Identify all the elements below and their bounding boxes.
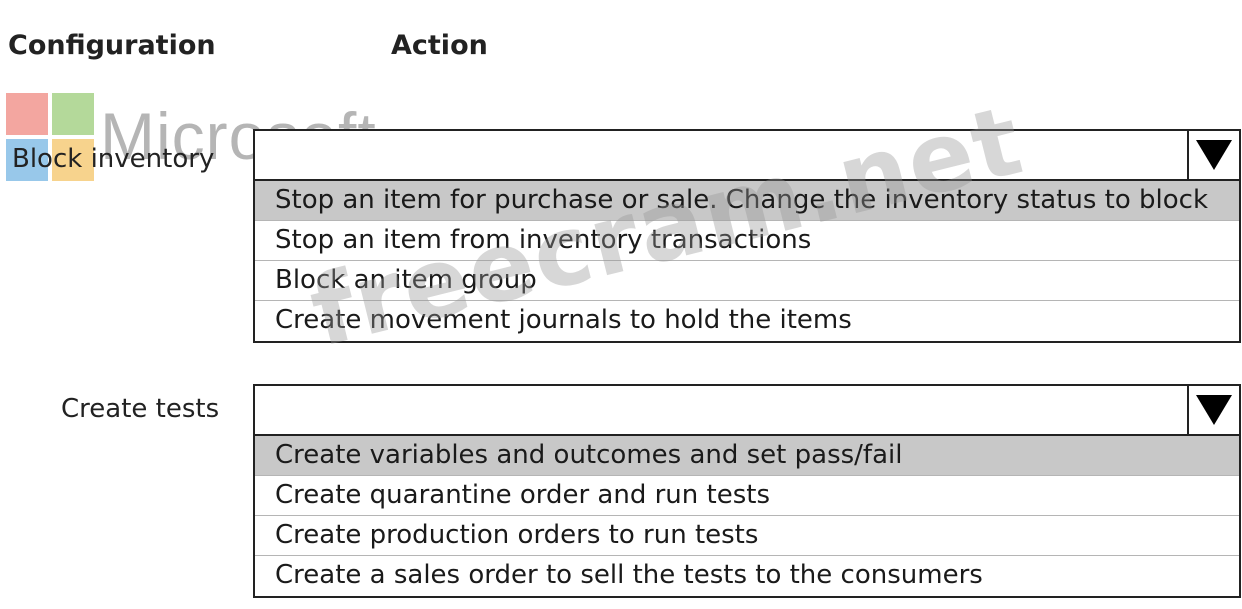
configuration-header: Configuration [8,30,216,61]
create-tests-select[interactable] [255,386,1239,436]
create-tests-dropdown-button[interactable] [1187,386,1239,434]
block-inventory-dropdown-button[interactable] [1187,131,1239,179]
create-tests-option[interactable]: Create production orders to run tests [255,516,1239,556]
block-inventory-label: Block inventory [12,144,215,174]
action-header: Action [391,30,488,61]
triangle-down-icon [1196,140,1232,170]
create-tests-label: Create tests [61,394,220,424]
create-tests-dropdown[interactable]: Create variables and outcomes and set pa… [253,384,1241,598]
triangle-down-icon [1196,395,1232,425]
create-tests-option[interactable]: Create a sales order to sell the tests t… [255,556,1239,596]
create-tests-option[interactable]: Create variables and outcomes and set pa… [255,436,1239,476]
create-tests-option[interactable]: Create quarantine order and run tests [255,476,1239,516]
